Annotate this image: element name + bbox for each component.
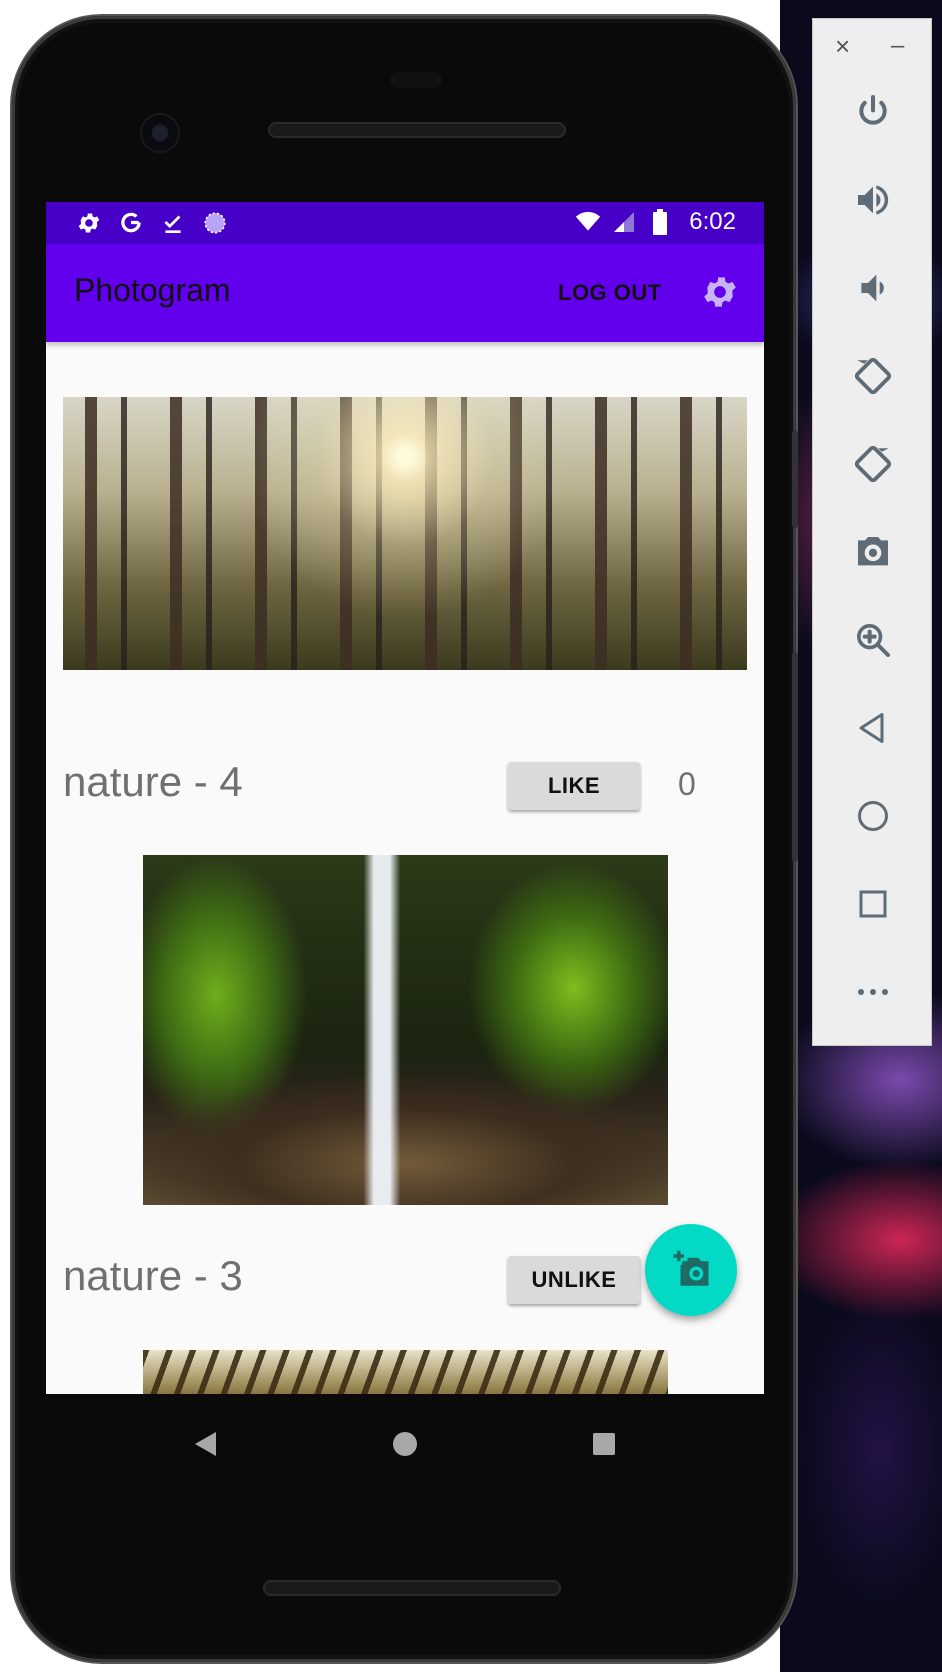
- rotate-left-icon[interactable]: [850, 353, 896, 399]
- volume-side-button: [792, 652, 798, 862]
- system-nav-bar: [46, 1394, 764, 1504]
- post-image-tree[interactable]: [143, 1350, 668, 1394]
- minimize-icon[interactable]: –: [891, 33, 904, 59]
- like-button[interactable]: LIKE: [508, 762, 640, 810]
- volume-up-icon[interactable]: [850, 177, 896, 223]
- unlike-button[interactable]: UNLIKE: [508, 1256, 640, 1304]
- post-title: nature - 3: [63, 1252, 243, 1299]
- zoom-in-icon[interactable]: [850, 617, 896, 663]
- camera-icon[interactable]: [850, 529, 896, 575]
- power-icon[interactable]: [850, 89, 896, 135]
- volume-down-icon[interactable]: [850, 265, 896, 311]
- post-image-waterfall[interactable]: [143, 855, 668, 1205]
- like-count: 0: [678, 766, 696, 802]
- google-icon: [118, 210, 144, 236]
- circle-dots-icon: [202, 210, 228, 236]
- emulator-toolbar: × –: [812, 18, 932, 1046]
- gear-icon: [76, 210, 102, 236]
- front-camera: [142, 115, 178, 151]
- gear-icon[interactable]: [700, 272, 740, 312]
- close-icon[interactable]: ×: [835, 33, 850, 59]
- app-title: Photogram: [74, 272, 231, 308]
- wifi-icon: [575, 209, 601, 235]
- earpiece-speaker: [268, 122, 566, 138]
- home-icon[interactable]: [385, 1424, 425, 1464]
- more-icon[interactable]: [850, 969, 896, 1015]
- status-bar: 6:02: [46, 202, 764, 244]
- power-side-button: [792, 430, 798, 528]
- logout-button[interactable]: LOG OUT: [558, 280, 662, 306]
- add-photo-fab[interactable]: [645, 1224, 737, 1316]
- recents-icon[interactable]: [584, 1424, 624, 1464]
- rotate-right-icon[interactable]: [850, 441, 896, 487]
- header-forest-image: [63, 397, 747, 670]
- back-icon[interactable]: [186, 1424, 226, 1464]
- download-done-icon: [160, 210, 186, 236]
- device-screen: 6:02 Photogram LOG OUT nature - 4 LIKE 0…: [46, 202, 764, 1394]
- proximity-sensor: [390, 72, 442, 88]
- post-title: nature - 4: [63, 758, 243, 805]
- app-bar: Photogram LOG OUT: [46, 244, 764, 342]
- overview-icon[interactable]: [850, 881, 896, 927]
- add-a-photo-icon: [670, 1249, 712, 1291]
- cellular-icon: [611, 209, 637, 235]
- back-icon[interactable]: [850, 705, 896, 751]
- bottom-speaker: [263, 1580, 561, 1596]
- battery-icon: [647, 209, 673, 235]
- status-time: 6:02: [689, 208, 736, 235]
- home-icon[interactable]: [850, 793, 896, 839]
